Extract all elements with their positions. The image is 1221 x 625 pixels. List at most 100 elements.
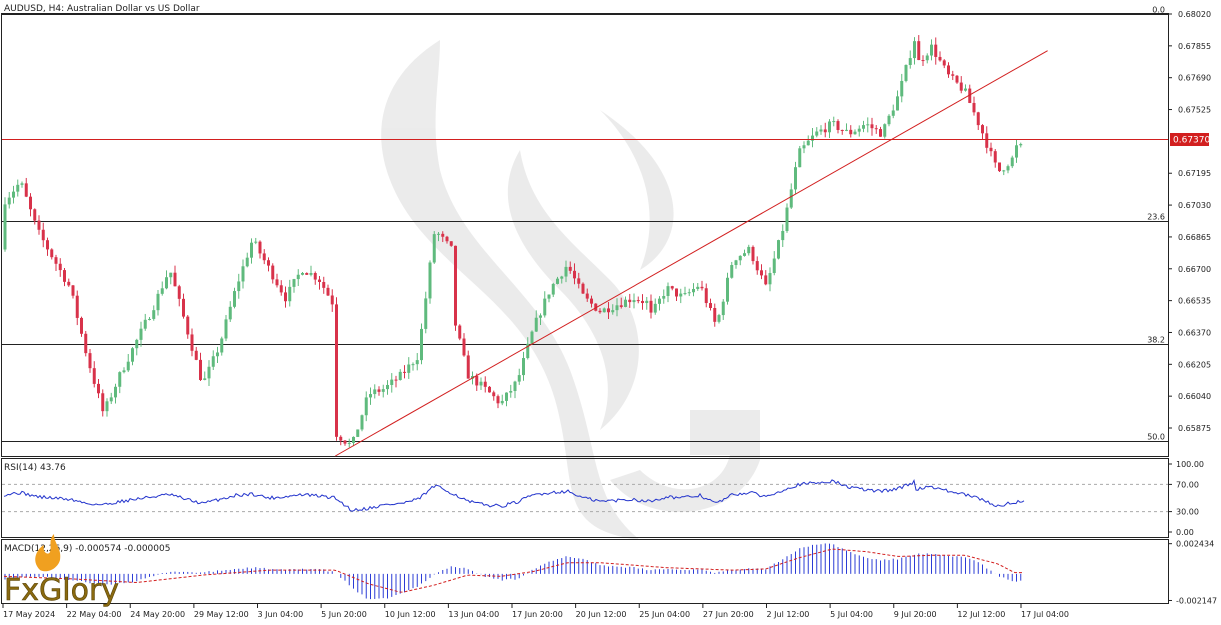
candle-body [1002, 170, 1006, 172]
macd-title: MACD(12,26,9) -0.000574 -0.000005 [4, 544, 170, 554]
candle-body [177, 286, 181, 299]
candle-body [369, 394, 372, 398]
candle-body [883, 124, 887, 137]
time-tick-label: 25 Jun 04:00 [639, 610, 690, 619]
candle-body [785, 207, 789, 231]
candle-body [751, 246, 755, 262]
candle-body [947, 65, 950, 75]
candle-body [58, 263, 62, 271]
candle-body [543, 298, 547, 316]
candle-body [33, 209, 37, 221]
candle-body [54, 257, 58, 264]
candle-body [207, 366, 211, 379]
candle-body [709, 303, 712, 308]
candle-body [1010, 157, 1014, 167]
candle-body [789, 189, 793, 208]
candle-body [1019, 144, 1023, 146]
candle-body [339, 436, 343, 441]
candle-body [607, 308, 610, 313]
candle-body [20, 183, 24, 185]
candle-body [700, 286, 704, 289]
price-tick-label: 0.66865 [1178, 233, 1211, 242]
candle-body [462, 338, 466, 356]
time-tick-label: 27 Jun 20:00 [703, 610, 754, 619]
candle-body [798, 148, 802, 168]
candle-body [513, 381, 517, 392]
candle-body [211, 356, 215, 367]
candle-body [228, 306, 232, 320]
candle-body [441, 233, 445, 237]
candle-body [972, 102, 976, 113]
candle-body [432, 234, 436, 263]
candle-body [849, 129, 853, 135]
time-tick-label: 13 Jun 04:00 [448, 610, 499, 619]
time-tick-label: 5 Jun 20:00 [321, 610, 367, 619]
candle-body [233, 291, 236, 307]
candle-body [135, 339, 139, 349]
candle-body [951, 74, 955, 76]
candle-body [352, 436, 355, 443]
time-tick-label: 24 May 20:00 [130, 610, 185, 619]
time-tick-label: 5 Jul 04:00 [830, 610, 873, 619]
time-tick-label: 9 Jul 20:00 [894, 610, 937, 619]
candle-body [318, 279, 321, 282]
candle-body [292, 279, 296, 287]
candle-body [241, 266, 245, 282]
candle-body [3, 204, 7, 250]
candle-body [755, 261, 759, 271]
candle-body [347, 442, 351, 444]
price-tick-label: 0.66040 [1178, 392, 1211, 401]
candle-body [411, 364, 415, 366]
candle-body [63, 270, 66, 282]
candle-body [564, 266, 568, 277]
candle-body [934, 44, 938, 57]
candle-body [615, 305, 619, 311]
candle-body [254, 241, 258, 243]
candle-body [666, 286, 670, 297]
candle-body [522, 358, 525, 376]
candle-body [815, 131, 819, 136]
candle-body [696, 286, 700, 289]
price-tick-label: 0.67030 [1178, 201, 1211, 210]
candle-body [492, 392, 496, 397]
macd-tick-label: 0.002434 [1176, 540, 1214, 549]
candle-body [29, 196, 32, 210]
candle-body [67, 281, 71, 286]
candle-body [726, 277, 729, 302]
candle-body [760, 270, 763, 276]
candle-body [262, 253, 266, 261]
candle-body [985, 133, 989, 148]
candle-body [976, 112, 980, 126]
candle-body [585, 293, 589, 299]
candle-body [551, 283, 555, 295]
candle-body [874, 128, 878, 130]
candle-body [305, 272, 309, 275]
candle-body [955, 75, 959, 83]
candle-body [870, 124, 874, 129]
candle-body [981, 125, 984, 134]
candle-body [203, 378, 207, 380]
candle-body [568, 266, 572, 271]
trading-chart[interactable]: 0.0 23.6 38.2 50.0 0.68020 0.67855 0.67690 0.6… [0, 0, 1221, 625]
candle-body [364, 397, 368, 416]
current-price-label: 0.67370 [1173, 136, 1210, 146]
candle-body [313, 273, 317, 280]
candle-body [930, 44, 933, 56]
candle-body [836, 121, 840, 130]
candle-body [509, 391, 513, 393]
candle-body [964, 88, 967, 91]
candle-body [190, 334, 194, 351]
candle-body [360, 415, 364, 430]
candle-body [407, 364, 411, 373]
candle-body [925, 55, 929, 61]
candle-body [216, 352, 219, 357]
candle-body [853, 131, 857, 135]
candle-body [309, 273, 313, 275]
time-tick-label: 3 Jun 04:00 [258, 610, 304, 619]
candle-body [437, 233, 440, 235]
candle-body [458, 325, 462, 339]
candle-body [840, 129, 844, 131]
rsi-tick-label: 30.00 [1176, 508, 1199, 517]
current-price-tag: 0.67370 [1170, 133, 1210, 146]
time-tick-label: 2 Jul 12:00 [767, 610, 810, 619]
